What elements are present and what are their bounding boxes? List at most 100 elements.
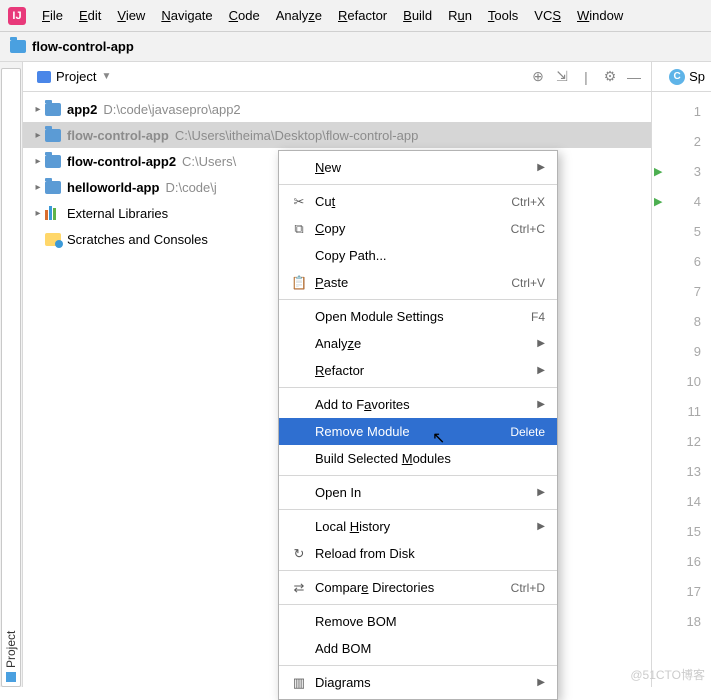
menu-item-label: Add BOM	[315, 641, 545, 656]
expand-icon[interactable]: ⇲	[553, 68, 571, 86]
module-name: flow-control-app	[67, 128, 169, 143]
project-tool-icon	[6, 672, 16, 682]
expand-arrow-icon[interactable]: ▸	[31, 104, 45, 115]
menu-item-label: Open In	[315, 485, 529, 500]
context-menu-item[interactable]: ✂CutCtrl+X	[279, 188, 557, 215]
expand-arrow-icon[interactable]: ▸	[31, 156, 45, 167]
line-number: 14	[652, 486, 711, 516]
context-menu-item[interactable]: ↻ Reload from Disk	[279, 540, 557, 567]
submenu-arrow-icon: ▶	[537, 338, 545, 349]
menu-item[interactable]: View	[109, 4, 153, 27]
menu-item-label: Reload from Disk	[315, 546, 545, 561]
locate-icon[interactable]: ⊕	[529, 68, 547, 86]
line-number: 17	[652, 576, 711, 606]
editor-gutter: C Sp 123▶4▶56789101112131415161718	[651, 62, 711, 687]
context-menu-item[interactable]: Add BOM	[279, 635, 557, 662]
menu-item[interactable]: Refactor	[330, 4, 395, 27]
context-menu: New▶✂CutCtrl+X⧉CopyCtrl+CCopy Path...📋Pa…	[278, 150, 558, 700]
menu-separator	[279, 665, 557, 666]
context-menu-item[interactable]: Add to Favorites▶	[279, 391, 557, 418]
menu-separator	[279, 604, 557, 605]
context-menu-item[interactable]: ⇄Compare DirectoriesCtrl+D	[279, 574, 557, 601]
menu-item[interactable]: Analyze	[268, 4, 330, 27]
scratch-icon	[45, 233, 61, 246]
breadcrumb-project[interactable]: flow-control-app	[32, 39, 134, 54]
line-number: 11	[652, 396, 711, 426]
breadcrumb: flow-control-app	[0, 32, 711, 62]
libs-label: External Libraries	[67, 206, 168, 221]
expand-arrow-icon[interactable]: ▸	[31, 208, 45, 219]
menu-item-icon: ↻	[291, 546, 307, 562]
menu-separator	[279, 387, 557, 388]
module-name: helloworld-app	[67, 180, 159, 195]
menu-separator	[279, 184, 557, 185]
context-menu-item[interactable]: Remove ModuleDelete	[279, 418, 557, 445]
menu-separator	[279, 475, 557, 476]
context-menu-item[interactable]: Remove BOM	[279, 608, 557, 635]
menu-item-label: Diagrams	[315, 675, 529, 690]
context-menu-item[interactable]: Open Module SettingsF4	[279, 303, 557, 330]
menu-item[interactable]: Navigate	[153, 4, 220, 27]
side-tool-tab[interactable]: Project	[0, 62, 23, 687]
menu-item-label: Remove BOM	[315, 614, 545, 629]
gear-icon[interactable]: ⚙	[601, 68, 619, 86]
submenu-arrow-icon: ▶	[537, 677, 545, 688]
editor-tab[interactable]: C Sp	[652, 62, 711, 92]
line-number: 9	[652, 336, 711, 366]
menu-item-label: Add to Favorites	[315, 397, 529, 412]
context-menu-item[interactable]: Refactor▶	[279, 357, 557, 384]
menu-item[interactable]: Build	[395, 4, 440, 27]
context-menu-item[interactable]: Copy Path...	[279, 242, 557, 269]
chevron-down-icon: ▼	[101, 71, 111, 82]
tree-module-row[interactable]: ▸flow-control-appC:\Users\itheima\Deskto…	[23, 122, 651, 148]
expand-arrow-icon[interactable]: ▸	[31, 182, 45, 193]
module-path: D:\code\j	[165, 180, 216, 195]
line-number: 12	[652, 426, 711, 456]
context-menu-item[interactable]: ⧉CopyCtrl+C	[279, 215, 557, 242]
hide-icon[interactable]: —	[625, 68, 643, 86]
expand-arrow-icon[interactable]: ▸	[31, 130, 45, 141]
menu-item-label: Paste	[315, 275, 503, 290]
menu-item[interactable]: Code	[221, 4, 268, 27]
menu-item[interactable]: VCS	[526, 4, 569, 27]
line-number: 4▶	[652, 186, 711, 216]
menu-item-label: Copy Path...	[315, 248, 545, 263]
menu-item-icon: ⧉	[291, 221, 307, 237]
menu-item-label: Cut	[315, 194, 503, 209]
context-menu-item[interactable]: Local History▶	[279, 513, 557, 540]
menu-item[interactable]: Tools	[480, 4, 526, 27]
menu-shortcut: Ctrl+C	[511, 222, 545, 236]
line-number: 18	[652, 606, 711, 636]
menu-item-label: Compare Directories	[315, 580, 503, 595]
menu-item[interactable]: File	[34, 4, 71, 27]
context-menu-item[interactable]: 📋PasteCtrl+V	[279, 269, 557, 296]
project-selector-label: Project	[56, 69, 96, 84]
editor-tab-label: Sp	[689, 69, 705, 84]
menu-shortcut: Ctrl+X	[511, 195, 545, 209]
menu-separator	[279, 509, 557, 510]
context-menu-item[interactable]: Analyze▶	[279, 330, 557, 357]
menu-item-icon: ⇄	[291, 580, 307, 596]
context-menu-item[interactable]: ▥ Diagrams ▶	[279, 669, 557, 696]
menu-item-label: Refactor	[315, 363, 529, 378]
menu-item-icon: 📋	[291, 275, 307, 291]
menu-item[interactable]: Run	[440, 4, 480, 27]
run-gutter-icon[interactable]: ▶	[654, 165, 662, 178]
module-folder-icon	[45, 129, 61, 142]
module-folder-icon	[45, 181, 61, 194]
menu-item[interactable]: Edit	[71, 4, 109, 27]
context-menu-item[interactable]: Build Selected Modules	[279, 445, 557, 472]
line-number: 16	[652, 546, 711, 576]
context-menu-item[interactable]: New▶	[279, 154, 557, 181]
side-tab-label: Project	[4, 631, 18, 668]
project-panel-header: Project ▼ ⊕ ⇲ | ⚙ —	[23, 62, 651, 92]
menu-item[interactable]: Window	[569, 4, 631, 27]
menu-item-icon: ▥	[291, 675, 307, 691]
context-menu-item[interactable]: Open In▶	[279, 479, 557, 506]
run-gutter-icon[interactable]: ▶	[654, 195, 662, 208]
line-number: 13	[652, 456, 711, 486]
tree-module-row[interactable]: ▸app2D:\code\javasepro\app2	[23, 96, 651, 122]
class-icon: C	[669, 69, 685, 85]
app-logo-icon: IJ	[8, 7, 26, 25]
project-view-selector[interactable]: Project ▼	[31, 67, 117, 86]
